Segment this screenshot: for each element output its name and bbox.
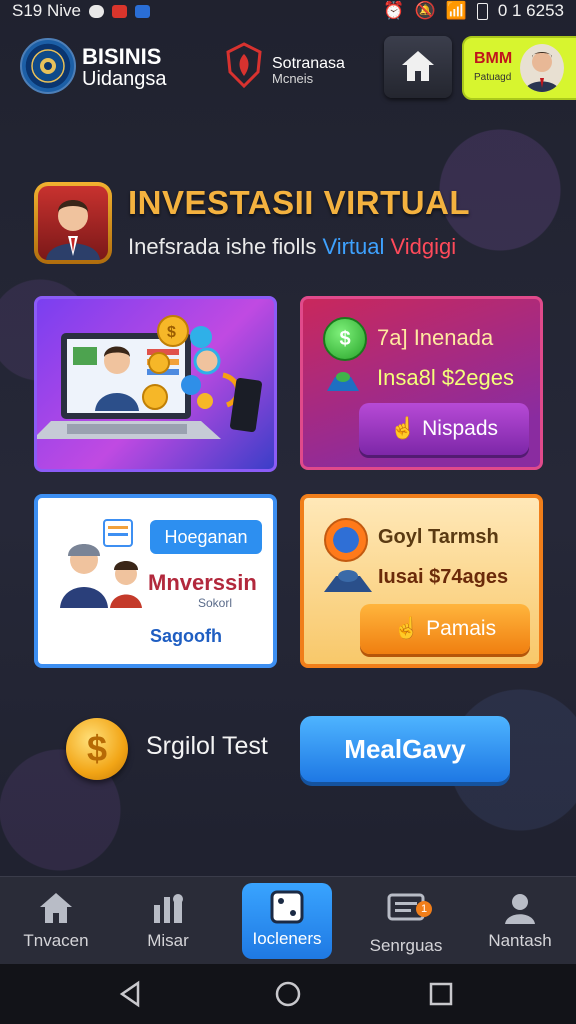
badge-title: BMM	[474, 50, 513, 67]
bottom-navigation: Tnvacen Misar Iocleners 1 Senrguas Nanta…	[0, 876, 576, 965]
pamais-button[interactable]: ☝ Pamais	[360, 604, 530, 654]
nav-label: Nantash	[488, 931, 552, 950]
brand-title: BISINIS	[82, 44, 162, 69]
conversion-title: Mnverssin	[148, 570, 257, 595]
home-button[interactable]	[384, 36, 452, 98]
target-icon	[324, 518, 368, 562]
dice-icon	[270, 890, 304, 924]
nav-item-misar[interactable]: Misar	[112, 877, 224, 965]
page-title: INVESTASII VIRTUAL	[128, 184, 471, 221]
presenter-avatar	[34, 182, 112, 264]
laptop-illustration: $	[37, 315, 262, 439]
recents-icon[interactable]	[428, 980, 454, 1008]
nav-item-tnvacen[interactable]: Tnvacen	[0, 877, 112, 965]
nispads-button[interactable]: ☝ Nispads	[359, 403, 529, 455]
conversion-footer: Sagoofh	[150, 626, 222, 646]
stats-icon	[154, 894, 183, 923]
emblem-icon	[31, 49, 65, 83]
app-header: BISINIS Uidangsa Sotranasa Mcneis BMM Pa…	[0, 30, 576, 106]
mealgavy-button[interactable]: MealGavy	[300, 716, 510, 782]
income-card[interactable]: $ 7a] Inenada Insa8l $2eges ☝ Nispads	[300, 296, 543, 470]
nav-label: Iocleners	[252, 929, 322, 948]
page-subtitle: Inefsrada ishe fiolls Virtual Vidgigi	[128, 234, 456, 260]
badge-avatar	[520, 44, 564, 92]
brand-name: BISINIS Uidangsa	[82, 44, 167, 91]
tap-hand-icon: ☝	[389, 417, 417, 440]
partner-name: Sotranasa Mcneis	[272, 56, 345, 86]
status-bar: S19 Nive ⏰ 🔕 📶 0 1 6253	[0, 0, 576, 22]
alarm-icon: ⏰	[383, 1, 405, 20]
nav-label: Tnvacen	[23, 931, 89, 950]
subtitle-highlight-blue: Virtual	[322, 234, 385, 259]
battery-icon	[476, 2, 488, 20]
target-row-1: Goyl Tarmsh	[378, 526, 499, 548]
cloud-icon	[88, 4, 104, 18]
pamais-button-label: Pamais	[426, 617, 497, 640]
nav-label: Senrguas	[369, 936, 443, 955]
growth-icon: $	[323, 317, 367, 361]
home-icon	[40, 893, 72, 923]
workers-illustration	[60, 519, 142, 608]
coin-pile-icon	[324, 570, 372, 592]
home-icon	[402, 51, 434, 81]
system-navigation-bar	[0, 964, 576, 1024]
badge-subtitle: Patuagd	[474, 72, 512, 83]
mute-icon: 🔕	[414, 1, 436, 20]
status-left-text: S19 Nive	[12, 1, 81, 20]
partner-subtitle: Mcneis	[272, 71, 314, 86]
test-label: Srgilol Test	[146, 732, 268, 760]
brand-subtitle: Uidangsa	[82, 68, 167, 90]
target-card[interactable]: Goyl Tarmsh Iusai $74ages ☝ Pamais	[300, 494, 543, 668]
subtitle-highlight-red: Vidgigi	[384, 234, 457, 259]
nav-item-nantash[interactable]: Nantash	[464, 877, 576, 965]
back-icon[interactable]	[118, 980, 142, 1008]
conversion-card[interactable]: Hoeganan Mnverssin Sokorl Sagoofh	[34, 494, 277, 668]
profile-icon	[505, 894, 535, 924]
status-right-text: 0 1 6253	[497, 1, 564, 20]
money-stack-icon	[327, 372, 359, 391]
home-circle-icon[interactable]	[274, 980, 302, 1008]
partner-title: Sotranasa	[272, 55, 345, 72]
svg-text:$: $	[167, 324, 176, 341]
notification-count-badge: 1	[416, 901, 432, 917]
partner-shield-icon	[226, 42, 262, 88]
hoeganan-tag[interactable]: Hoeganan	[150, 520, 262, 554]
laptop-investment-card[interactable]: $	[34, 296, 277, 472]
tap-hand-icon: ☝	[393, 617, 421, 640]
coin-icon: $	[66, 718, 128, 780]
wifi-icon: 📶	[445, 1, 467, 20]
app-notification-icon	[111, 4, 127, 18]
income-row-1: 7a] Inenada	[377, 325, 494, 350]
subtitle-text: Inefsrada ishe fiolls	[128, 234, 323, 259]
conversion-small-text: Sokorl	[198, 596, 233, 610]
nispads-button-label: Nispads	[422, 417, 499, 440]
app-notification-icon-2	[134, 4, 150, 18]
target-row-2: Iusai $74ages	[378, 566, 509, 588]
profile-badge[interactable]: BMM Patuagd	[462, 36, 576, 100]
nav-item-iocleners[interactable]: Iocleners	[242, 883, 332, 959]
nav-label: Misar	[147, 931, 189, 950]
income-row-2: Insa8l $2eges	[377, 365, 514, 390]
nav-item-senrguas[interactable]: 1 Senrguas	[350, 877, 462, 965]
brand-logo[interactable]	[20, 38, 76, 94]
